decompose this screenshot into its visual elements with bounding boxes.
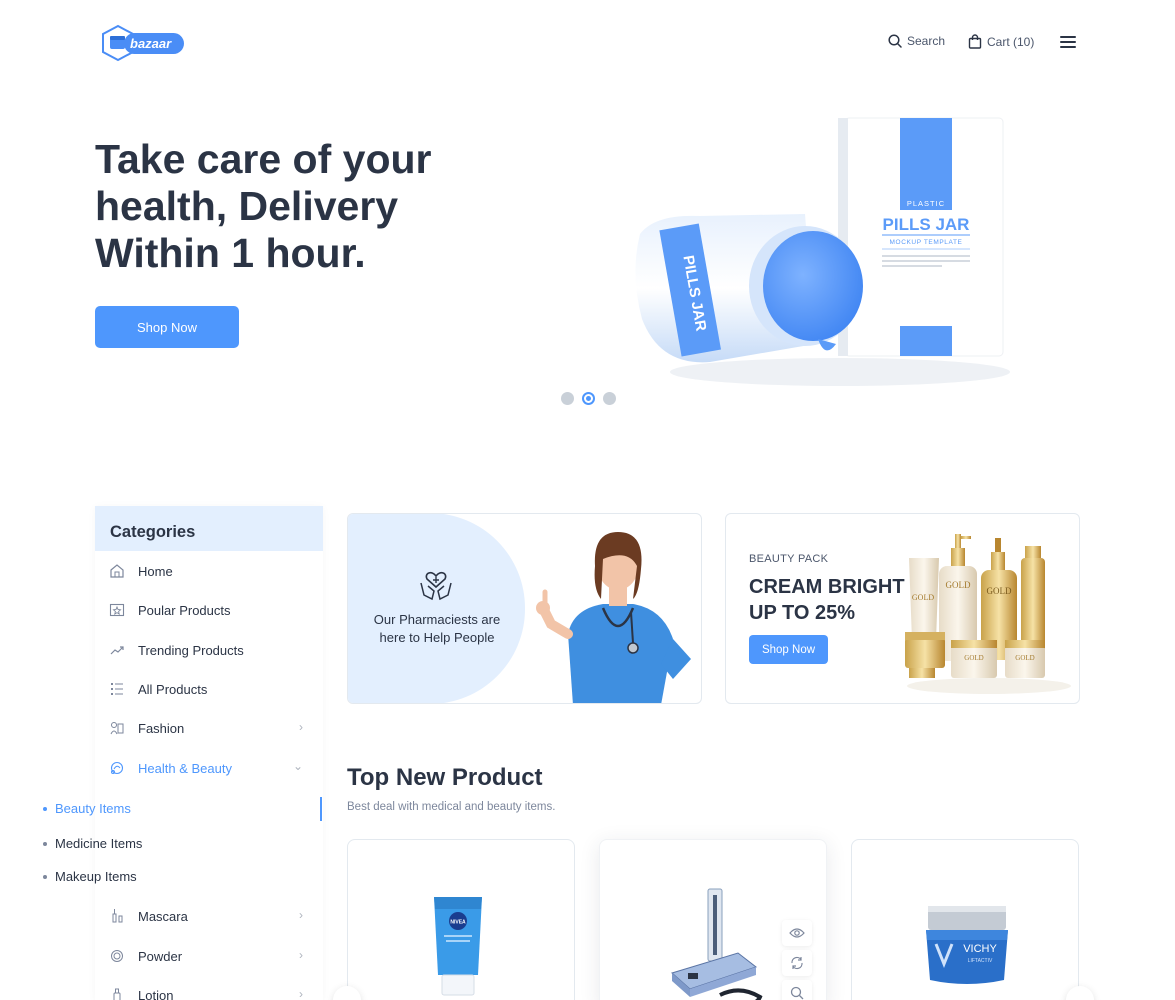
- product-actions: [782, 920, 814, 1000]
- category-label: Mascara: [138, 908, 188, 924]
- promo-background-shape: [348, 514, 525, 703]
- home-icon: [108, 562, 126, 580]
- subcategory-medicine-items[interactable]: Medicine Items: [43, 836, 142, 851]
- product-card[interactable]: NIVEA: [347, 839, 575, 1000]
- category-trending-products[interactable]: Trending Products: [95, 638, 323, 662]
- svg-text:LIFTACTIV: LIFTACTIV: [968, 958, 993, 964]
- carousel-dot[interactable]: [561, 392, 574, 405]
- carousel-dot-active[interactable]: [582, 392, 595, 405]
- logo-text: bazaar: [124, 33, 184, 54]
- refresh-icon[interactable]: [782, 950, 812, 976]
- list-icon: [108, 680, 126, 698]
- chevron-right-icon: ›: [299, 720, 303, 734]
- powder-icon: [108, 947, 126, 965]
- promo-text: Our Pharmaciests are here to Help People: [373, 612, 501, 645]
- search-icon[interactable]: [782, 980, 812, 1000]
- heart-hands-icon: [420, 571, 452, 601]
- subcategory-makeup-items[interactable]: Makeup Items: [43, 869, 137, 884]
- arrow-right-icon: →: [1073, 992, 1087, 1000]
- promo-title: CREAM BRIGHT UP TO 25%: [749, 576, 905, 624]
- shop-now-button[interactable]: Shop Now: [95, 306, 239, 348]
- box-title-text: PILLS JAR: [883, 215, 970, 234]
- pharmacist-image: [536, 532, 691, 703]
- subcategory-beauty-items[interactable]: Beauty Items: [43, 801, 131, 816]
- category-label: Powder: [138, 948, 183, 964]
- category-home[interactable]: Home: [95, 559, 323, 583]
- category-label: Fashion: [138, 720, 185, 736]
- cart-label: Cart (10): [987, 34, 1035, 49]
- carousel-dot[interactable]: [603, 392, 616, 405]
- category-popular-products[interactable]: Poular Products: [95, 598, 323, 622]
- svg-text:GOLD: GOLD: [987, 586, 1012, 596]
- active-subcategory-marker: [320, 797, 322, 821]
- category-powder[interactable]: Powder ›: [95, 944, 323, 968]
- category-fashion[interactable]: Fashion ›: [95, 716, 323, 740]
- shopping-bag-icon: [968, 34, 982, 49]
- lotion-icon: [108, 986, 126, 1000]
- categories-title: Categories: [95, 506, 323, 551]
- search-icon: [888, 34, 902, 48]
- gold-creams-image: GOLD GOLD GOLD GOLD GOLD: [905, 534, 1071, 694]
- menu-icon[interactable]: [1060, 36, 1076, 50]
- chevron-down-icon: ⌄: [292, 759, 303, 773]
- product-brand-text: NIVEA: [450, 920, 466, 926]
- chevron-right-icon: ›: [299, 908, 303, 922]
- vichy-jar-image: VICHY LIFTACTIV: [926, 906, 1008, 984]
- product-card-hovered[interactable]: [599, 839, 827, 1000]
- health-icon: [108, 759, 126, 777]
- chevron-right-icon: ›: [299, 987, 303, 1000]
- arrow-left-icon: ←: [340, 992, 354, 1000]
- category-label: Trending Products: [138, 642, 244, 658]
- mascara-icon: [108, 907, 126, 925]
- blood-pressure-monitor-image: [671, 888, 763, 1000]
- box-tag-text: PLASTIC: [907, 199, 945, 208]
- promo-eyebrow: BEAUTY PACK: [749, 553, 829, 565]
- category-health-beauty[interactable]: Health & Beauty ⌄: [95, 756, 323, 780]
- eye-icon[interactable]: [782, 920, 812, 946]
- pills-jar-image: PLASTIC PILLS JAR MOCKUP TEMPLATE PILLS …: [635, 117, 1010, 386]
- category-label: Home: [138, 563, 173, 579]
- pharmacist-promo-card[interactable]: Our Pharmaciests are here to Help People: [347, 513, 702, 704]
- promo-shop-now-button[interactable]: Shop Now: [749, 635, 828, 664]
- product-label-text: GOLD: [912, 593, 934, 602]
- search-link[interactable]: Search: [888, 34, 945, 48]
- logo[interactable]: bazaar: [100, 24, 186, 62]
- section-subtitle: Best deal with medical and beauty items.: [347, 801, 556, 813]
- svg-text:GOLD: GOLD: [946, 580, 971, 590]
- svg-text:GOLD: GOLD: [1015, 654, 1034, 662]
- category-label: All Products: [138, 681, 208, 697]
- header: bazaar Search Cart (10): [0, 0, 1175, 86]
- fashion-icon: [108, 719, 126, 737]
- category-label: Poular Products: [138, 602, 231, 618]
- category-label: Lotion: [138, 987, 174, 1000]
- category-all-products[interactable]: All Products: [95, 677, 323, 701]
- box-sub-text: MOCKUP TEMPLATE: [890, 239, 963, 246]
- star-icon: [108, 601, 126, 619]
- beauty-pack-promo-card[interactable]: BEAUTY PACK CREAM BRIGHT UP TO 25% Shop …: [725, 513, 1080, 704]
- cart-link[interactable]: Cart (10): [968, 34, 1034, 49]
- hero-title: Take care of your health, Delivery Withi…: [95, 136, 432, 276]
- category-lotion[interactable]: Lotion ›: [95, 983, 323, 1000]
- trending-icon: [108, 641, 126, 659]
- category-label: Health & Beauty: [138, 760, 232, 776]
- svg-text:GOLD: GOLD: [964, 654, 983, 662]
- product-card[interactable]: VICHY LIFTACTIV: [851, 839, 1079, 1000]
- nivea-tube-image: NIVEA: [434, 897, 482, 996]
- chevron-right-icon: ›: [299, 948, 303, 962]
- product-brand-text: VICHY: [963, 943, 997, 955]
- category-mascara[interactable]: Mascara ›: [95, 904, 323, 928]
- section-title: Top New Product: [347, 764, 543, 791]
- hero-carousel-dots: [561, 392, 616, 405]
- search-label: Search: [907, 34, 946, 48]
